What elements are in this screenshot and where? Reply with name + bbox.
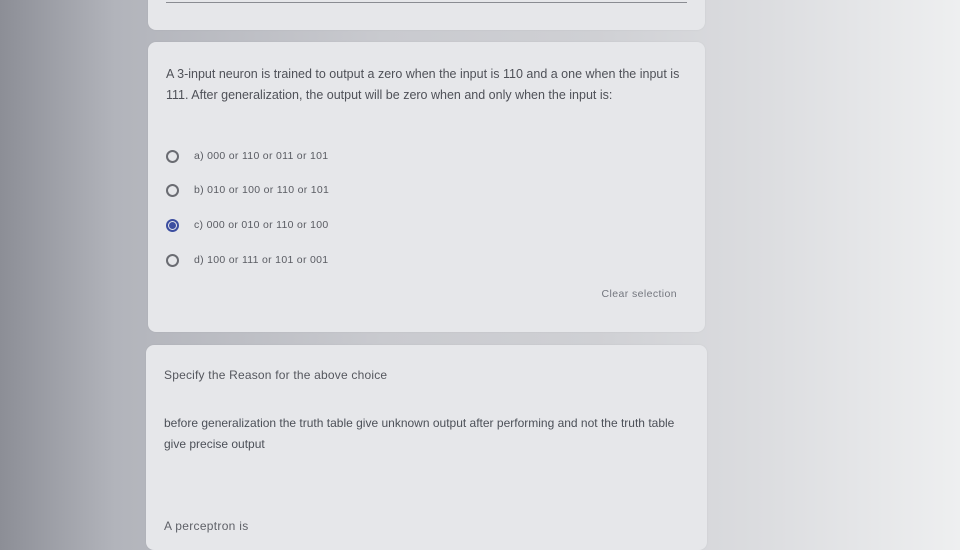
option-label: d) 100 or 111 or 101 or 001 [194, 254, 329, 266]
option-b[interactable]: b) 010 or 100 or 110 or 101 [166, 180, 426, 200]
option-label: b) 010 or 100 or 110 or 101 [194, 184, 330, 196]
question-text: A 3-input neuron is trained to output a … [166, 67, 680, 102]
option-a[interactable]: a) 000 or 110 or 011 or 101 [166, 146, 426, 166]
reason-answer-field[interactable]: before generalization the truth table gi… [164, 413, 694, 455]
reason-card: Specify the Reason for the above choice … [146, 345, 707, 550]
radio-button[interactable] [166, 253, 179, 267]
option-label: c) 000 or 010 or 110 or 100 [194, 219, 329, 231]
previous-question-card [148, 0, 705, 30]
option-d[interactable]: d) 100 or 111 or 101 or 001 [166, 250, 426, 270]
radio-button[interactable] [166, 149, 179, 163]
option-c[interactable]: c) 000 or 010 or 110 or 100 [166, 215, 426, 235]
option-label: a) 000 or 110 or 011 or 101 [194, 150, 329, 162]
reason-question-title: Specify the Reason for the above choice [164, 368, 388, 382]
next-question-title: A perceptron is [164, 519, 249, 533]
radio-button[interactable] [166, 183, 179, 197]
question-card: A 3-input neuron is trained to output a … [148, 42, 705, 332]
answer-underline [166, 2, 687, 3]
radio-button[interactable] [166, 218, 179, 232]
clear-selection-button[interactable]: Clear selection [602, 288, 677, 300]
